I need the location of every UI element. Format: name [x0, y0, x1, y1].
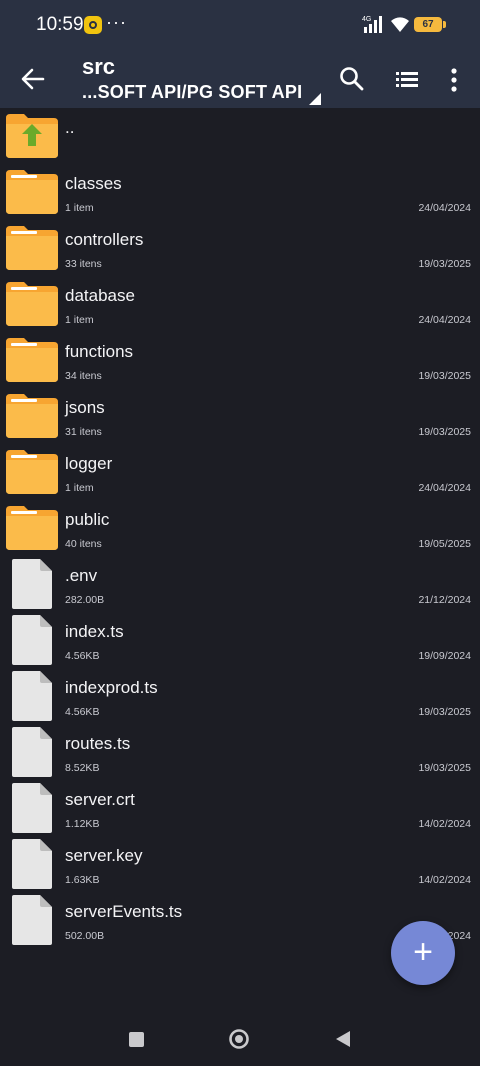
- file-icon: [12, 839, 52, 889]
- file-row[interactable]: index.ts 4.56KB 19/09/2024: [0, 612, 480, 668]
- entry-date: 24/04/2024: [418, 314, 471, 326]
- recents-button[interactable]: [129, 1032, 144, 1047]
- list-view-icon[interactable]: [394, 67, 420, 91]
- entry-meta: 282.00B: [65, 594, 105, 606]
- folder-icon: [6, 170, 58, 214]
- file-icon: [12, 895, 52, 945]
- status-bar: 10:59 ··· 4G 67: [0, 0, 480, 52]
- arrow-left-icon[interactable]: [20, 66, 46, 92]
- entry-meta: 1.63KB: [65, 874, 100, 886]
- entry-meta: 1.12KB: [65, 818, 100, 830]
- home-button[interactable]: [228, 1028, 250, 1050]
- entry-date: 19/03/2025: [418, 426, 471, 438]
- wifi-icon: [391, 17, 409, 32]
- entry-name: classes: [65, 174, 122, 193]
- file-row[interactable]: .env 282.00B 21/12/2024: [0, 556, 480, 612]
- file-row[interactable]: server.key 1.63KB 14/02/2024: [0, 836, 480, 892]
- file-icon: [12, 615, 52, 665]
- entry-date: 14/02/2024: [418, 818, 471, 830]
- system-nav-bar: [0, 1010, 480, 1066]
- entry-name: routes.ts: [65, 734, 131, 753]
- file-icon: [12, 671, 52, 721]
- file-row[interactable]: indexprod.ts 4.56KB 19/03/2025: [0, 668, 480, 724]
- folder-icon: [6, 506, 58, 550]
- folder-row[interactable]: functions 34 itens 19/03/2025: [0, 332, 480, 388]
- file-icon: [12, 559, 52, 609]
- folder-icon: [6, 226, 58, 270]
- path-breadcrumb[interactable]: ...SOFT API/PG SOFT API: [82, 82, 302, 103]
- folder-row[interactable]: public 40 itens 19/05/2025: [0, 500, 480, 556]
- folder-up-icon: [6, 114, 58, 158]
- folder-row[interactable]: database 1 item 24/04/2024: [0, 276, 480, 332]
- entry-meta: 8.52KB: [65, 762, 100, 774]
- entry-meta: 1 item: [65, 314, 94, 326]
- more-vert-icon[interactable]: [446, 66, 462, 94]
- entry-meta: 1 item: [65, 482, 94, 494]
- entry-meta: 1 item: [65, 202, 94, 214]
- entry-date: 24/04/2024: [418, 482, 471, 494]
- entry-name: controllers: [65, 230, 144, 249]
- entry-meta: 4.56KB: [65, 650, 100, 662]
- notification-app-icon: [84, 16, 102, 34]
- search-icon[interactable]: [338, 65, 366, 93]
- folder-row[interactable]: controllers 33 itens 19/03/2025: [0, 220, 480, 276]
- entry-meta: 31 itens: [65, 426, 102, 438]
- file-list: .. classes 1 item 24/04/2024 controllers 33 …: [0, 108, 480, 948]
- file-row[interactable]: server.crt 1.12KB 14/02/2024: [0, 780, 480, 836]
- entry-date: 19/03/2025: [418, 258, 471, 270]
- folder-icon: [6, 450, 58, 494]
- entry-date: 19/03/2025: [418, 706, 471, 718]
- entry-date: 19/05/2025: [418, 538, 471, 550]
- entry-name: public: [65, 510, 110, 529]
- entry-meta: 502.00B: [65, 930, 105, 942]
- network-label: 4G: [362, 16, 371, 23]
- notification-overflow-icon: ···: [106, 12, 127, 32]
- entry-date: 24/04/2024: [418, 202, 471, 214]
- signal-4g-icon: 4G: [362, 16, 382, 33]
- folder-row[interactable]: logger 1 item 24/04/2024: [0, 444, 480, 500]
- entry-date: 19/03/2025: [418, 762, 471, 774]
- file-icon: [12, 727, 52, 777]
- parent-directory-label: ..: [65, 118, 75, 137]
- entry-date: 21/12/2024: [418, 594, 471, 606]
- entry-name: .env: [65, 566, 98, 585]
- entry-name: functions: [65, 342, 134, 361]
- folder-icon: [6, 282, 58, 326]
- folder-row[interactable]: classes 1 item 24/04/2024: [0, 164, 480, 220]
- app-bar: src ...SOFT API/PG SOFT API: [0, 52, 480, 108]
- system-back-button[interactable]: [335, 1030, 351, 1048]
- entry-name: indexprod.ts: [65, 678, 158, 697]
- folder-row[interactable]: jsons 31 itens 19/03/2025: [0, 388, 480, 444]
- entry-date: 19/03/2025: [418, 370, 471, 382]
- entry-name: index.ts: [65, 622, 124, 641]
- parent-directory-row[interactable]: ..: [0, 108, 480, 164]
- entry-name: server.key: [65, 846, 143, 865]
- battery-icon: 67: [414, 17, 446, 32]
- plus-icon: +: [413, 933, 433, 971]
- folder-title: src: [82, 54, 116, 79]
- entry-date: 19/09/2024: [418, 650, 471, 662]
- entry-name: database: [65, 286, 135, 305]
- entry-date: 14/02/2024: [418, 874, 471, 886]
- file-row[interactable]: routes.ts 8.52KB 19/03/2025: [0, 724, 480, 780]
- entry-meta: 34 itens: [65, 370, 102, 382]
- entry-name: logger: [65, 454, 113, 473]
- entry-meta: 40 itens: [65, 538, 102, 550]
- status-time: 10:59: [36, 14, 84, 35]
- folder-icon: [6, 338, 58, 382]
- entry-meta: 33 itens: [65, 258, 102, 270]
- folder-icon: [6, 394, 58, 438]
- entry-name: server.crt: [65, 790, 135, 809]
- path-dropdown-icon[interactable]: [309, 93, 321, 105]
- entry-name: serverEvents.ts: [65, 902, 183, 921]
- entry-name: jsons: [65, 398, 105, 417]
- file-icon: [12, 783, 52, 833]
- add-button[interactable]: +: [391, 921, 455, 985]
- entry-meta: 4.56KB: [65, 706, 100, 718]
